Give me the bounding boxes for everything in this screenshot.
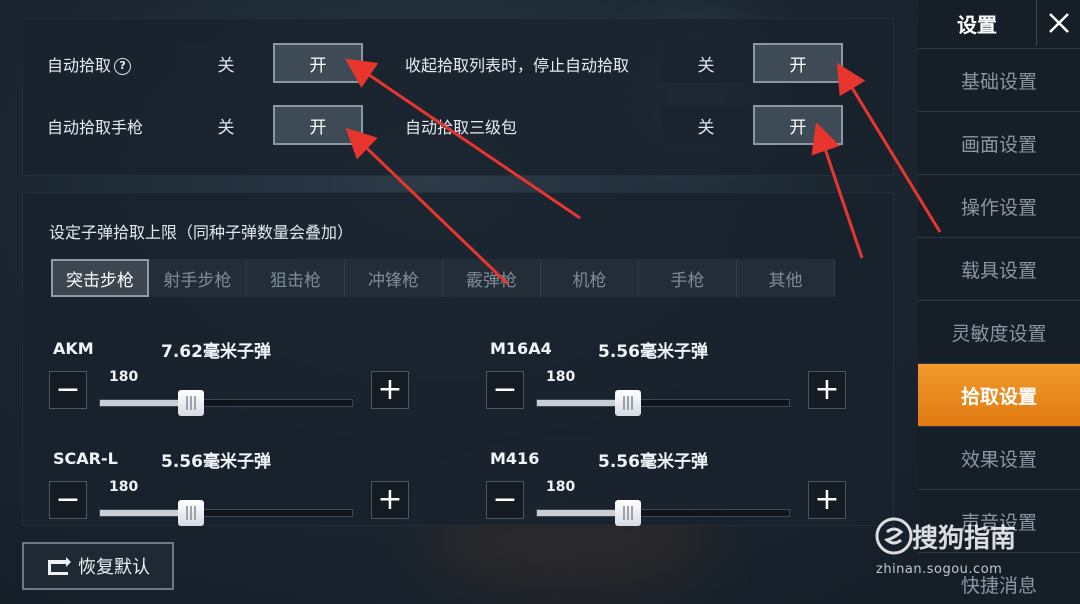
- weapon-name: M16A4: [490, 339, 552, 358]
- sogou-logo-icon: [875, 517, 913, 555]
- tab-shotgun[interactable]: 霰弹枪: [443, 259, 541, 297]
- pickup-toggles-panel: 自动拾取? 关 开 自动拾取手枪 关 开 收起拾取列表时，停止自动拾取 关 开 …: [22, 18, 894, 176]
- watermark-url: zhinan.sogou.com: [876, 562, 1003, 577]
- ammo-limit-value: 180: [109, 369, 139, 385]
- weapon-akm: AKM 7.62毫米子弹 − 180 +: [49, 329, 409, 429]
- settings-title: 设置: [957, 12, 997, 37]
- auto-pickup-label: 自动拾取?: [47, 52, 132, 76]
- increase-button[interactable]: +: [371, 371, 409, 409]
- auto-pickup-off-button[interactable]: 关: [181, 43, 271, 83]
- auto-pickup-pistol-on-button[interactable]: 开: [273, 105, 363, 145]
- stop-auto-pickup-label: 收起拾取列表时，停止自动拾取: [405, 56, 630, 75]
- slider-thumb[interactable]: [177, 390, 204, 416]
- sidebar-item-basic[interactable]: 基础设置: [918, 48, 1080, 111]
- weapon-m16a4: M16A4 5.56毫米子弹 − 180 +: [486, 329, 846, 429]
- increase-button[interactable]: +: [371, 481, 409, 519]
- increase-button[interactable]: +: [808, 481, 846, 519]
- auto-pickup-pistol-label: 自动拾取手枪: [47, 118, 144, 137]
- ammo-limit-value: 180: [546, 479, 576, 495]
- auto-pickup-text: 自动拾取: [47, 56, 112, 75]
- tab-other[interactable]: 其他: [737, 259, 835, 297]
- auto-pickup-lvl3-pack-on-button[interactable]: 开: [753, 105, 843, 145]
- decrease-button[interactable]: −: [49, 371, 87, 409]
- restore-defaults-label: 恢复默认: [78, 557, 150, 578]
- auto-pickup-toggle[interactable]: 关 开: [181, 43, 363, 83]
- ammo-type: 7.62毫米子弹: [161, 342, 271, 362]
- plus-icon: +: [377, 482, 403, 517]
- tab-sniper-rifle[interactable]: 狙击枪: [247, 259, 345, 297]
- ammo-limit-value: 180: [109, 479, 139, 495]
- auto-pickup-pistol-toggle[interactable]: 关 开: [181, 105, 363, 145]
- ammo-limit-value: 180: [546, 369, 576, 385]
- sidebar-item-controls[interactable]: 操作设置: [918, 174, 1080, 237]
- minus-icon: −: [55, 372, 81, 407]
- decrease-button[interactable]: −: [49, 481, 87, 519]
- plus-icon: +: [814, 482, 840, 517]
- slider-thumb[interactable]: [614, 500, 641, 526]
- auto-pickup-pistol-off-button[interactable]: 关: [181, 105, 271, 145]
- restore-defaults-button[interactable]: 恢复默认: [22, 542, 174, 590]
- slider-thumb[interactable]: [177, 500, 204, 526]
- tab-smg[interactable]: 冲锋枪: [345, 259, 443, 297]
- sidebar-item-pickup[interactable]: 拾取设置: [918, 363, 1080, 426]
- tab-machine-gun[interactable]: 机枪: [541, 259, 639, 297]
- minus-icon: −: [492, 482, 518, 517]
- decrease-button[interactable]: −: [486, 481, 524, 519]
- minus-icon: −: [492, 372, 518, 407]
- ammo-limit-slider[interactable]: [536, 390, 790, 416]
- restore-icon: [48, 557, 71, 575]
- slider-thumb[interactable]: [614, 390, 641, 416]
- ammo-limit-title: 设定子弹拾取上限（同种子弹数量会叠加）: [49, 223, 354, 242]
- minus-icon: −: [55, 482, 81, 517]
- weapon-category-tabs: 突击步枪 射手步枪 狙击枪 冲锋枪 霰弹枪 机枪 手枪 其他: [51, 259, 835, 297]
- auto-pickup-on-button[interactable]: 开: [273, 43, 363, 83]
- tab-marksman-rifle[interactable]: 射手步枪: [149, 259, 247, 297]
- close-button[interactable]: [1036, 0, 1080, 46]
- ammo-limit-slider[interactable]: [99, 390, 353, 416]
- watermark: 搜狗指南 zhinan.sogou.com: [872, 512, 1072, 602]
- ammo-limit-slider[interactable]: [536, 500, 790, 526]
- watermark-brand: 搜狗指南: [912, 524, 1017, 554]
- tab-assault-rifle[interactable]: 突击步枪: [51, 259, 149, 297]
- help-icon[interactable]: ?: [114, 58, 132, 75]
- weapon-name: SCAR-L: [53, 449, 118, 468]
- ammo-type: 5.56毫米子弹: [598, 452, 708, 472]
- decrease-button[interactable]: −: [486, 371, 524, 409]
- ammo-type: 5.56毫米子弹: [598, 342, 708, 362]
- tab-pistol[interactable]: 手枪: [639, 259, 737, 297]
- auto-pickup-lvl3-pack-toggle[interactable]: 关 开: [661, 105, 843, 145]
- weapon-m416: M416 5.56毫米子弹 − 180 +: [486, 439, 846, 539]
- increase-button[interactable]: +: [808, 371, 846, 409]
- sidebar-item-graphics[interactable]: 画面设置: [918, 111, 1080, 174]
- close-icon: [1048, 13, 1069, 33]
- ammo-limit-slider[interactable]: [99, 500, 353, 526]
- auto-pickup-lvl3-pack-label: 自动拾取三级包: [405, 118, 518, 137]
- sidebar-item-sensitivity[interactable]: 灵敏度设置: [918, 300, 1080, 363]
- auto-pickup-lvl3-pack-off-button[interactable]: 关: [661, 105, 751, 145]
- stop-auto-pickup-toggle[interactable]: 关 开: [661, 43, 843, 83]
- plus-icon: +: [377, 372, 403, 407]
- sidebar-item-effects[interactable]: 效果设置: [918, 426, 1080, 489]
- stop-auto-pickup-off-button[interactable]: 关: [661, 43, 751, 83]
- ammo-type: 5.56毫米子弹: [161, 452, 271, 472]
- weapon-name: AKM: [53, 339, 94, 358]
- stop-auto-pickup-on-button[interactable]: 开: [753, 43, 843, 83]
- weapon-name: M416: [490, 449, 540, 468]
- sidebar-item-vehicle[interactable]: 载具设置: [918, 237, 1080, 300]
- ammo-limit-panel: 设定子弹拾取上限（同种子弹数量会叠加） 突击步枪 射手步枪 狙击枪 冲锋枪 霰弹…: [22, 192, 894, 526]
- plus-icon: +: [814, 372, 840, 407]
- weapon-scar-l: SCAR-L 5.56毫米子弹 − 180 +: [49, 439, 409, 539]
